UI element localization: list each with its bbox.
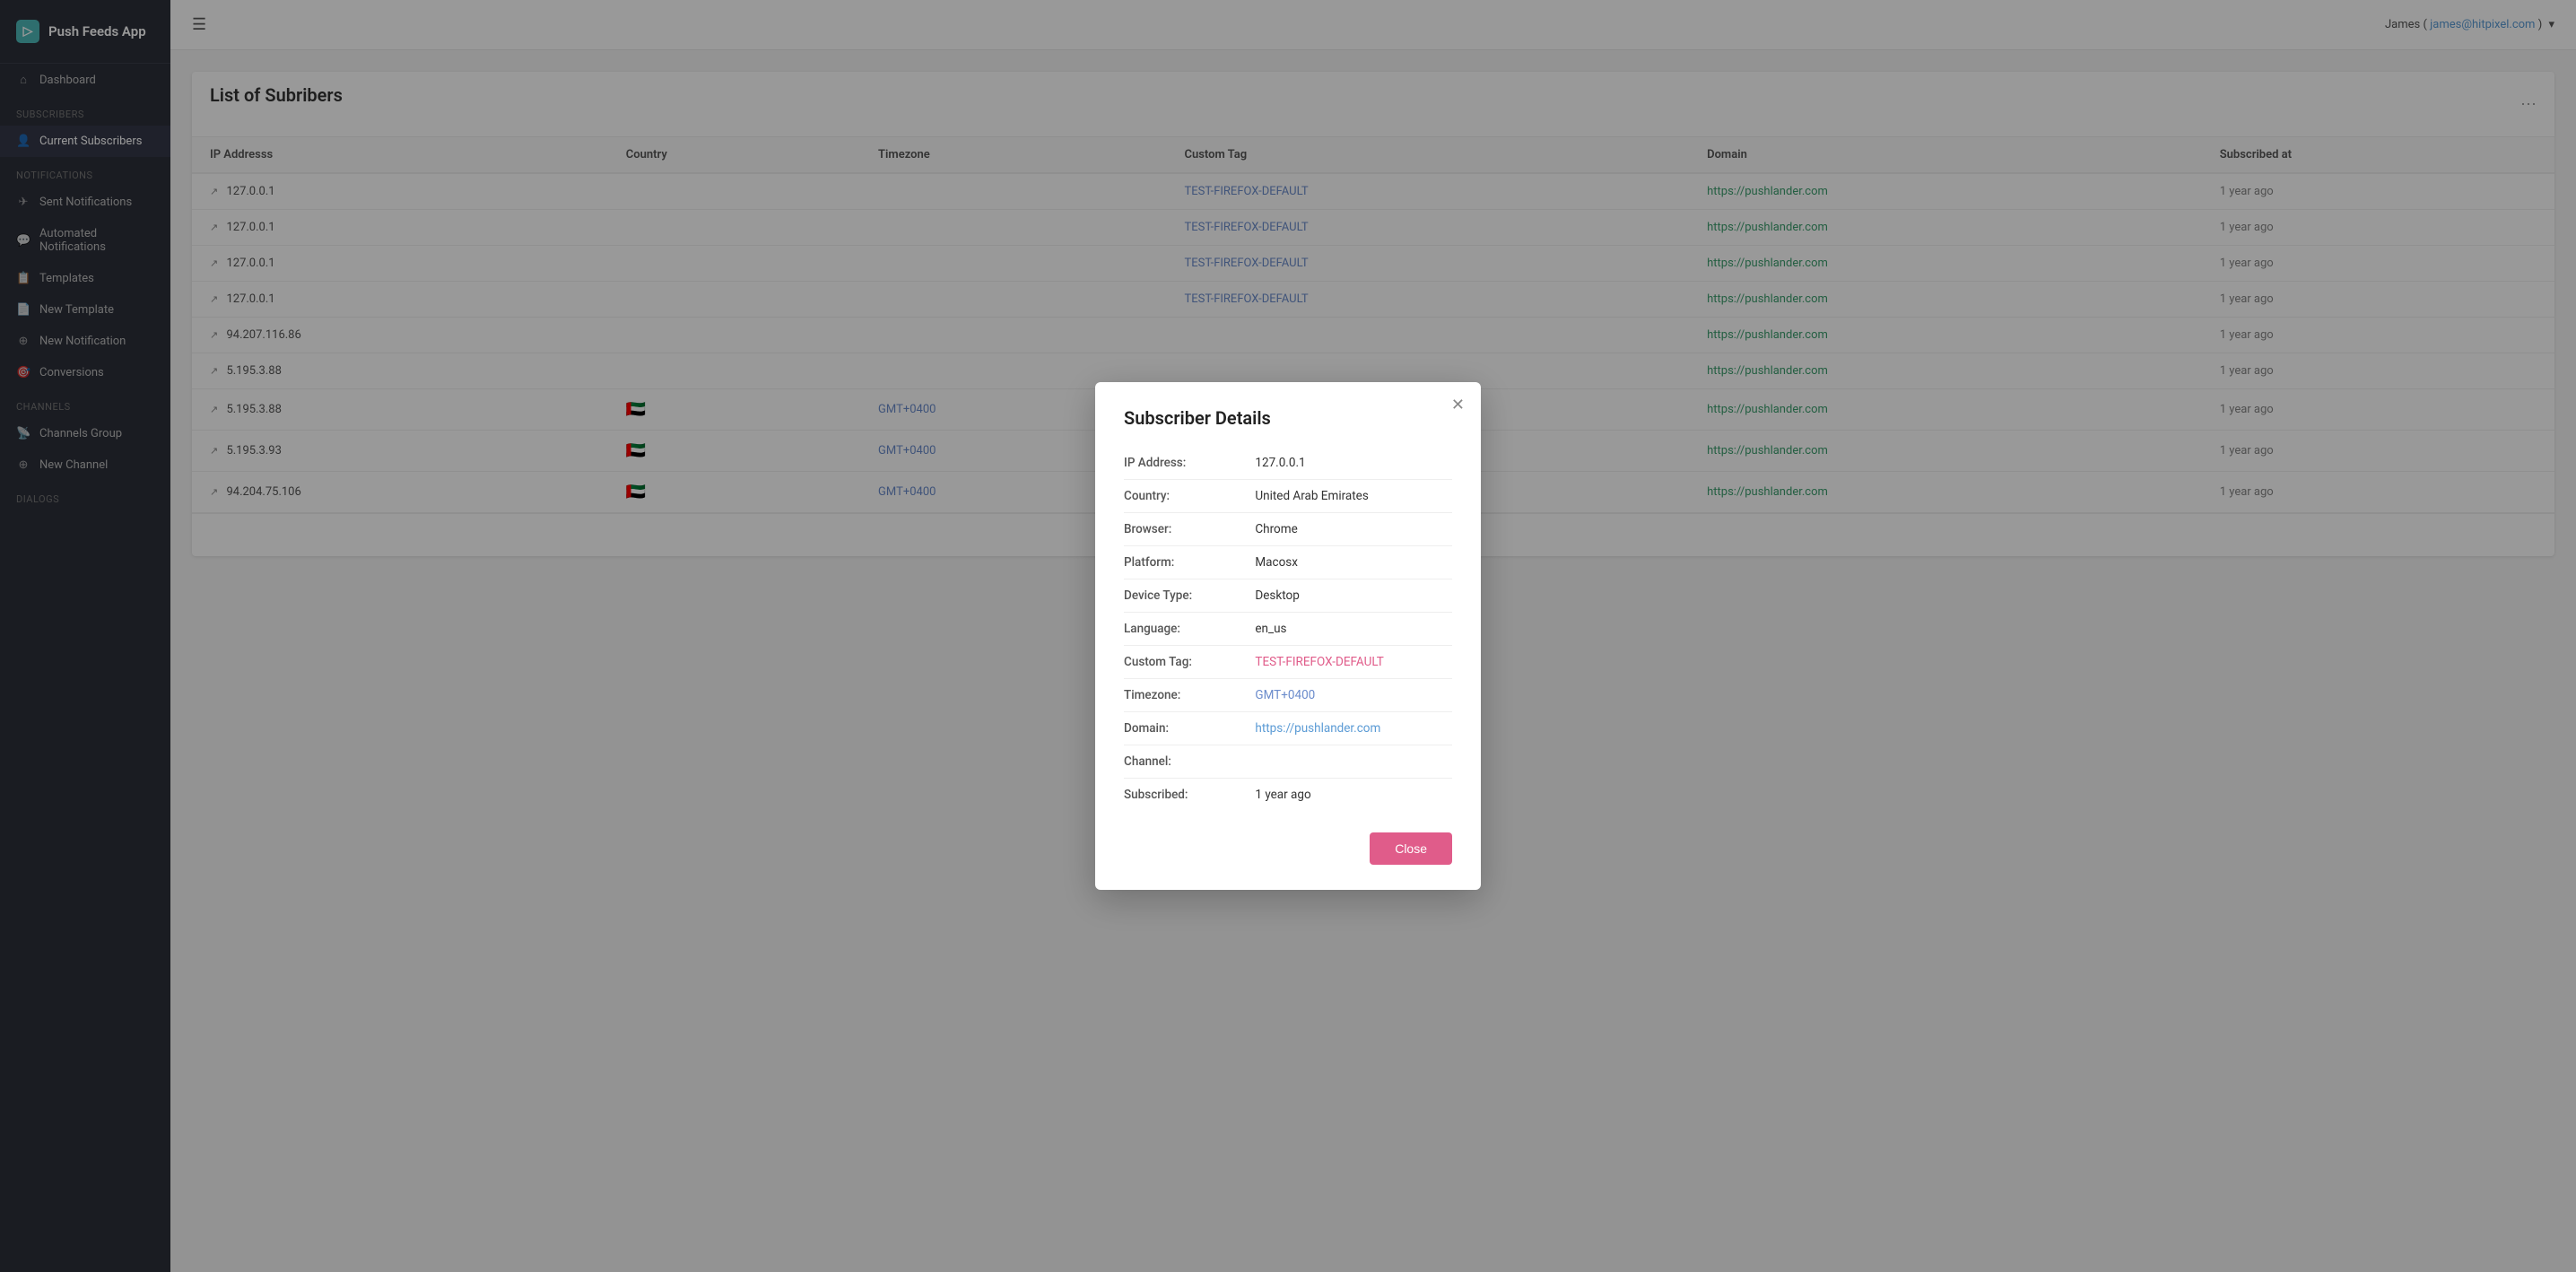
modal-field-value: GMT+0400 — [1255, 679, 1452, 712]
modal-field-label: Domain: — [1124, 712, 1255, 745]
modal-field-value: 1 year ago — [1255, 779, 1452, 812]
modal-field-value: 127.0.0.1 — [1255, 447, 1452, 480]
modal-field-label: Timezone: — [1124, 679, 1255, 712]
modal-field-value: en_us — [1255, 613, 1452, 646]
modal-field-value — [1255, 745, 1452, 779]
modal-field-value: United Arab Emirates — [1255, 480, 1452, 513]
modal-field-label: Browser: — [1124, 513, 1255, 546]
modal-overlay[interactable]: Subscriber Details ✕ IP Address: 127.0.0… — [0, 0, 2576, 1272]
modal-title: Subscriber Details — [1124, 407, 1452, 429]
modal-field-label: Platform: — [1124, 546, 1255, 579]
modal-field-label: Country: — [1124, 480, 1255, 513]
modal-field-label: Custom Tag: — [1124, 646, 1255, 679]
modal-close-button[interactable]: ✕ — [1451, 396, 1465, 413]
modal-field-label: Channel: — [1124, 745, 1255, 779]
modal-footer: Close — [1124, 832, 1452, 865]
modal-field-value: TEST-FIREFOX-DEFAULT — [1255, 646, 1452, 679]
modal-field-value: https://pushlander.com — [1255, 712, 1452, 745]
modal-details-table: IP Address: 127.0.0.1 Country: United Ar… — [1124, 447, 1452, 811]
modal-field-label: Subscribed: — [1124, 779, 1255, 812]
modal-field-label: Language: — [1124, 613, 1255, 646]
close-modal-button[interactable]: Close — [1370, 832, 1452, 865]
modal-field-value: Desktop — [1255, 579, 1452, 613]
modal-field-value: Macosx — [1255, 546, 1452, 579]
modal-field-label: Device Type: — [1124, 579, 1255, 613]
subscriber-details-modal: Subscriber Details ✕ IP Address: 127.0.0… — [1095, 382, 1481, 890]
modal-field-label: IP Address: — [1124, 447, 1255, 480]
modal-field-value: Chrome — [1255, 513, 1452, 546]
